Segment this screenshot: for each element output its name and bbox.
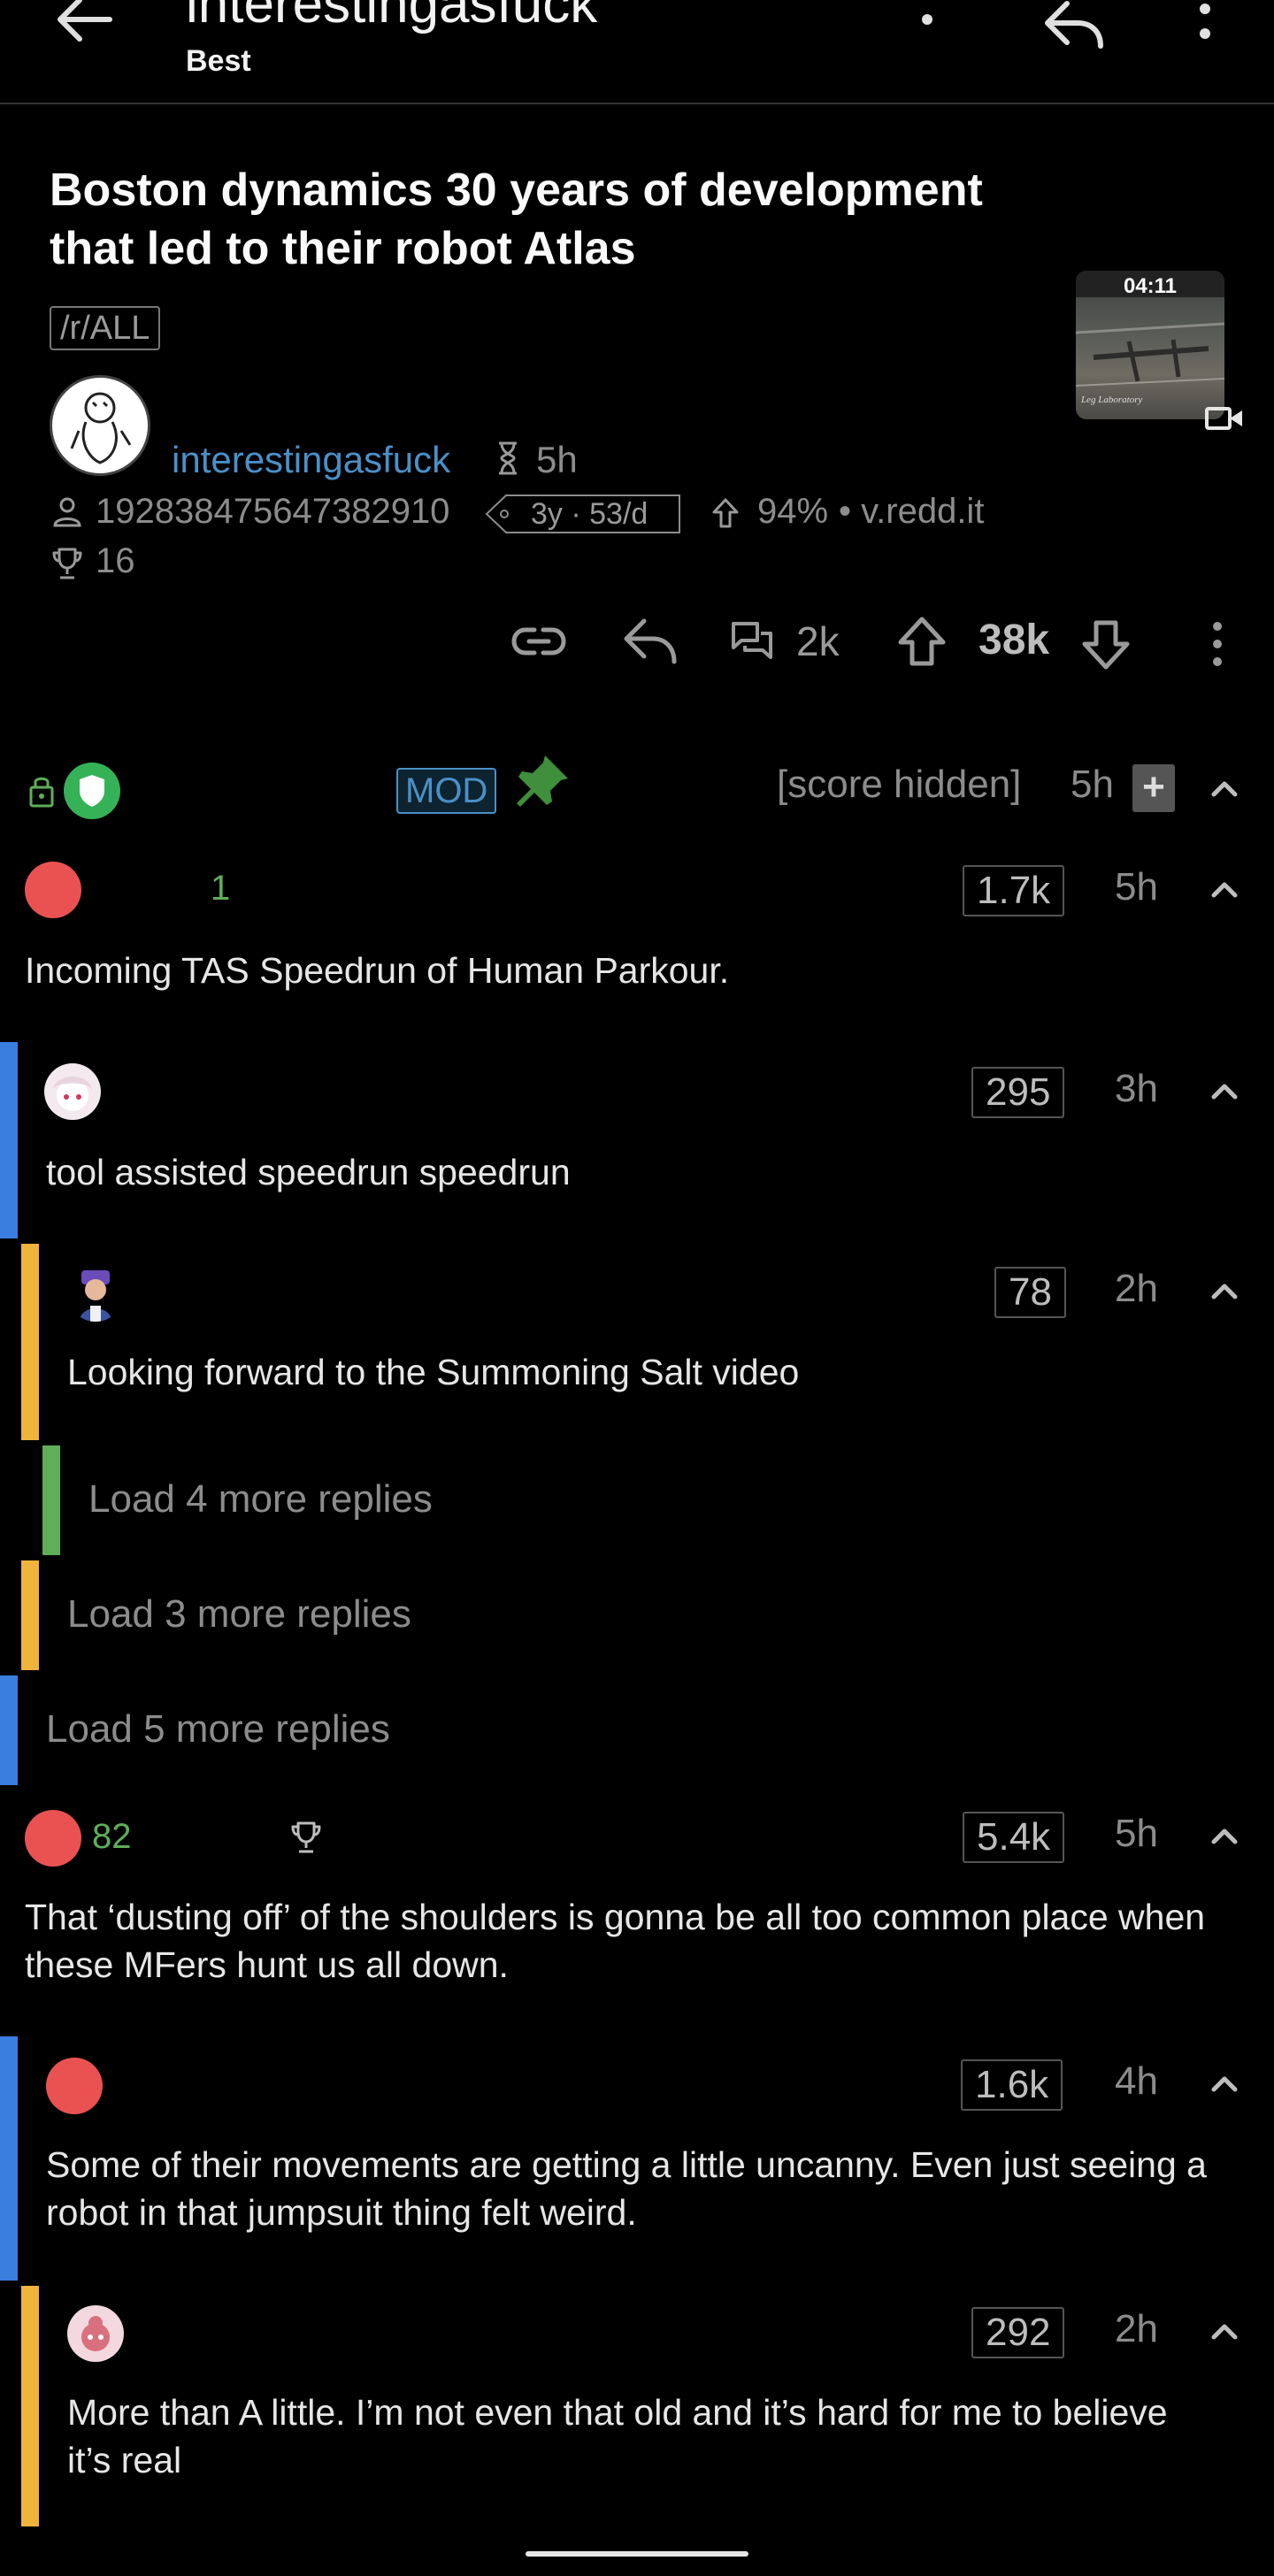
comment-body: That ‘dusting off’ of the shoulders is g…: [25, 1897, 1206, 1985]
collapse-chevron-icon[interactable]: [1198, 863, 1251, 916]
share-icon[interactable]: [1042, 0, 1106, 50]
trophy-icon: [290, 1821, 322, 1854]
comments-icon[interactable]: [731, 621, 773, 662]
comment-body: Looking forward to the Summoning Salt vi…: [67, 1352, 800, 1392]
top-bar: interestingasfuck Best: [0, 0, 1274, 104]
comments-count[interactable]: 2k: [796, 617, 840, 665]
subreddit-avatar[interactable]: [50, 375, 150, 476]
mod-badge: MOD: [396, 768, 497, 814]
depth-bar: [21, 2286, 39, 2526]
comment-avatar[interactable]: [44, 1063, 101, 1120]
comment-score: 292: [971, 2307, 1065, 2358]
comment-age: 2h: [1115, 2307, 1158, 2350]
post-menu-icon[interactable]: [1209, 619, 1226, 669]
comment-age: 5h: [1115, 1812, 1158, 1855]
user-icon: [51, 495, 83, 527]
post-subreddit-link[interactable]: interestingasfuck: [172, 439, 450, 481]
depth-bar: [0, 2036, 18, 2281]
upvote-ratio-icon: [711, 497, 740, 529]
overflow-menu-icon[interactable]: [1194, 0, 1216, 44]
depth-bar: [21, 1560, 39, 1670]
expand-button[interactable]: +: [1132, 764, 1175, 812]
copy-link-icon[interactable]: [511, 619, 566, 663]
comment-age: 5h: [1115, 865, 1158, 908]
comment-score: 5.4k: [963, 1812, 1065, 1863]
comment-avatar[interactable]: [67, 2305, 124, 2362]
comment-avatar[interactable]: [25, 862, 81, 918]
depth-bar: [0, 1675, 18, 1785]
pinned-icon: [513, 752, 572, 810]
post-flair: /r/ALL: [50, 306, 161, 350]
collapse-chevron-icon[interactable]: [1198, 1065, 1251, 1118]
downvote-icon[interactable]: [1081, 619, 1131, 671]
sort-icon[interactable]: [911, 0, 943, 30]
sort-label[interactable]: Best: [186, 44, 251, 79]
awards-count: 16: [96, 541, 135, 580]
collapse-chevron-icon[interactable]: [1198, 2058, 1251, 2111]
depth-bar: [42, 1445, 60, 1555]
thumbnail-duration: 04:11: [1123, 274, 1178, 298]
comment-body: Some of their movements are getting a li…: [46, 2144, 1207, 2233]
gesture-bar[interactable]: [526, 2551, 748, 2557]
comment-body: More than A little. I’m not even that ol…: [67, 2392, 1168, 2480]
collapse-chevron-icon[interactable]: [1198, 2305, 1251, 2358]
comment-username[interactable]: 82: [92, 1817, 132, 1857]
load-more-replies[interactable]: Load 4 more replies: [88, 1477, 433, 1522]
load-more-replies[interactable]: Load 3 more replies: [67, 1592, 411, 1637]
subreddit-title: interestingasfuck: [186, 0, 598, 34]
back-arrow-icon[interactable]: [55, 0, 117, 44]
account-age-text: 3y · 53/d: [531, 497, 649, 531]
post-title[interactable]: Boston dynamics 30 years of development …: [50, 161, 1040, 278]
load-more-replies[interactable]: Load 5 more replies: [46, 1707, 390, 1752]
share-post-icon[interactable]: [623, 616, 678, 665]
mod-comment-age: 5h: [1071, 763, 1114, 806]
mod-score-hidden: [score hidden]: [777, 763, 1022, 806]
comment-score: 1.6k: [961, 2059, 1063, 2111]
depth-bar: [21, 1244, 39, 1440]
video-icon: [1205, 405, 1244, 432]
comment-score: 295: [971, 1067, 1065, 1118]
post-author[interactable]: 192838475647382910: [96, 492, 449, 532]
comment-score: 78: [994, 1267, 1066, 1318]
upvote-ratio: 94%: [757, 492, 829, 531]
comment-avatar[interactable]: [25, 1810, 81, 1867]
comment-age: 3h: [1115, 1067, 1158, 1110]
post-domain[interactable]: • v.redd.it: [839, 492, 984, 532]
depth-bar: [0, 1042, 18, 1238]
comment-username[interactable]: 1: [211, 869, 230, 908]
upvote-icon[interactable]: [897, 616, 947, 667]
comment-body: Incoming TAS Speedrun of Human Parkour.: [25, 950, 730, 991]
thumbnail-caption: Leg Laboratory: [1081, 395, 1143, 405]
post-age: 5h: [536, 439, 578, 480]
mod-shield-avatar[interactable]: [64, 763, 120, 819]
comment-age: 2h: [1115, 1267, 1158, 1310]
collapse-chevron-icon[interactable]: [1198, 1265, 1251, 1318]
collapse-chevron-icon[interactable]: [1198, 763, 1251, 816]
collapse-chevron-icon[interactable]: [1198, 1810, 1251, 1863]
trophy-icon: [51, 547, 83, 580]
post-score: 38k: [979, 617, 1050, 663]
hourglass-icon: [495, 441, 520, 476]
comment-score: 1.7k: [963, 865, 1065, 916]
post-thumbnail[interactable]: 04:11 Leg Laboratory: [1076, 271, 1224, 419]
comment-age: 4h: [1115, 2059, 1158, 2103]
comment-avatar[interactable]: [67, 1265, 124, 1322]
lock-icon: [28, 773, 55, 809]
comment-avatar[interactable]: [46, 2058, 103, 2114]
comment-body: tool assisted speedrun speedrun: [46, 1152, 571, 1192]
